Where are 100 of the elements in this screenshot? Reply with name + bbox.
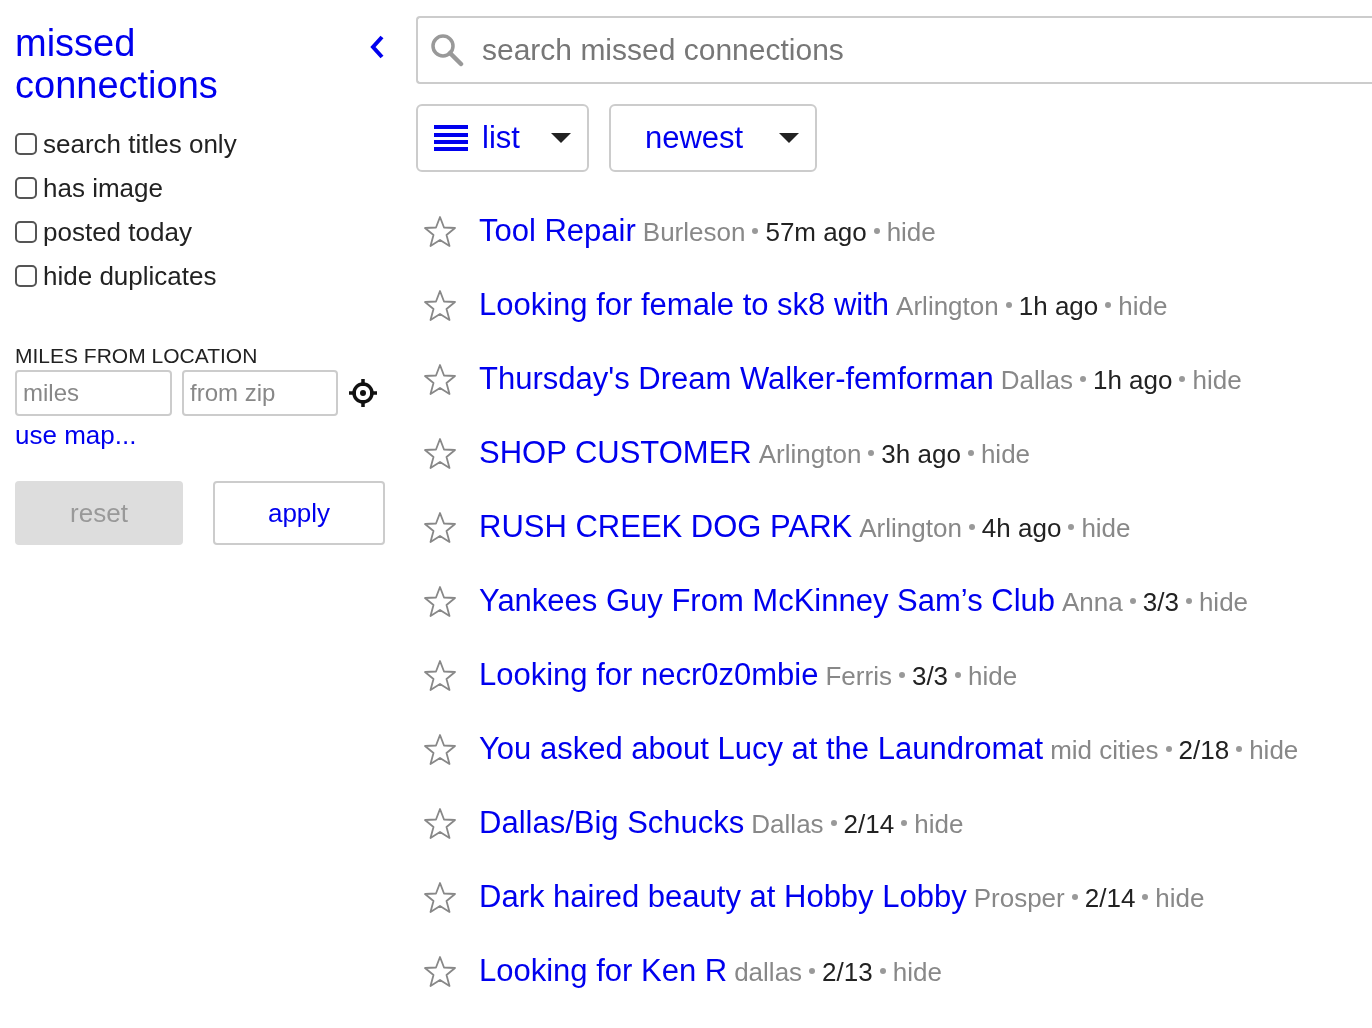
separator-dot	[868, 450, 875, 456]
separator-dot	[1079, 376, 1086, 382]
hide-link[interactable]: hide	[1155, 861, 1205, 935]
post-location: Burleson	[642, 216, 746, 249]
post-title-link[interactable]: Looking for necr0z0mbie	[479, 638, 819, 712]
post-time: 3/3	[911, 660, 949, 693]
checkbox[interactable]	[15, 133, 37, 155]
post-time: 3h ago	[881, 438, 961, 471]
post-title-link[interactable]: Tool Repair	[479, 194, 636, 268]
separator-dot	[1165, 746, 1172, 752]
separator-dot	[752, 228, 759, 234]
post-time: 4h ago	[981, 512, 1062, 545]
hide-link[interactable]: hide	[914, 787, 964, 861]
star-icon[interactable]	[423, 880, 457, 914]
checkbox[interactable]	[15, 221, 37, 243]
zip-input[interactable]: from zip	[182, 370, 338, 416]
post-title-link[interactable]: Dark haired beauty at Hobby Lobby	[479, 860, 967, 934]
post-location: mid cities	[1050, 734, 1159, 767]
star-icon[interactable]	[423, 584, 457, 618]
post-location: Anna	[1062, 586, 1123, 619]
checkbox[interactable]	[15, 177, 37, 199]
hide-link[interactable]: hide	[980, 417, 1031, 491]
separator-dot	[879, 968, 886, 974]
post-time: 57m ago	[765, 216, 867, 249]
post-title-link[interactable]: SHOP CUSTOMER	[479, 416, 752, 490]
post-location: Prosper	[973, 882, 1065, 915]
separator-dot	[1068, 524, 1075, 530]
use-map-link[interactable]: use map...	[15, 420, 137, 451]
post-time: 2/14	[1084, 882, 1136, 915]
hide-link[interactable]: hide	[1198, 565, 1249, 639]
hide-link[interactable]: hide	[1118, 269, 1168, 343]
separator-dot	[901, 820, 908, 826]
hide-link[interactable]: hide	[886, 195, 936, 269]
post-title-link[interactable]: RUSH CREEK DOG PARK	[479, 490, 853, 564]
separator-dot	[955, 672, 962, 678]
post-title-link[interactable]: Looking for Ken R	[479, 934, 728, 1008]
post-location: Dallas	[1000, 364, 1073, 397]
separator-dot	[1005, 302, 1012, 308]
post-location: Ferris	[825, 660, 892, 693]
star-icon[interactable]	[423, 806, 457, 840]
separator-dot	[1185, 598, 1192, 604]
separator-dot	[1071, 894, 1078, 900]
hide-link[interactable]: hide	[1249, 713, 1299, 787]
post-time: 1h ago	[1018, 290, 1099, 323]
caret-icon	[551, 132, 571, 144]
crosshair-icon[interactable]	[348, 378, 378, 408]
post-location: Arlington	[896, 290, 999, 323]
post-title-link[interactable]: Thursday's Dream Walker-femforman	[479, 342, 994, 416]
search-field[interactable]: search missed connections	[416, 16, 1372, 84]
hide-link[interactable]: hide	[892, 935, 942, 1009]
separator-dot	[967, 450, 974, 456]
checkbox-label: search titles only	[43, 128, 237, 160]
post-title-link[interactable]: You asked about Lucy at the Laundromat	[479, 712, 1044, 786]
chevron-left-icon[interactable]	[369, 34, 385, 60]
miles-input[interactable]: miles	[15, 370, 172, 416]
post-location: Arlington	[758, 438, 862, 471]
separator-dot	[1105, 302, 1112, 308]
star-icon[interactable]	[423, 732, 457, 766]
sort-dropdown[interactable]: newest	[609, 104, 817, 172]
post-location: Dallas	[751, 808, 824, 841]
post-time: 2/13	[822, 956, 873, 989]
separator-dot	[1236, 746, 1243, 752]
post-location: Arlington	[859, 512, 962, 545]
page-title: missed connections	[15, 22, 219, 106]
post-title-link[interactable]: Looking for female to sk8 with	[479, 268, 890, 342]
separator-dot	[873, 228, 880, 234]
post-time: 2/18	[1178, 734, 1230, 767]
checkbox-label: posted today	[43, 216, 192, 248]
hide-link[interactable]: hide	[1081, 491, 1131, 565]
star-icon[interactable]	[423, 954, 457, 988]
post-time: 1h ago	[1092, 364, 1173, 397]
checkbox[interactable]	[15, 265, 37, 287]
star-icon[interactable]	[423, 214, 457, 248]
hide-link[interactable]: hide	[1192, 343, 1242, 417]
post-time: 3/3	[1142, 586, 1179, 619]
separator-dot	[1142, 894, 1149, 900]
hide-link[interactable]: hide	[968, 639, 1018, 713]
search-icon	[430, 33, 464, 67]
post-title-link[interactable]: Dallas/Big Schucks	[479, 786, 745, 860]
separator-dot	[898, 672, 905, 678]
separator-dot	[1179, 376, 1186, 382]
section-heading: MILES FROM LOCATION	[15, 344, 259, 368]
caret-icon	[779, 132, 800, 144]
post-time: 2/14	[843, 808, 895, 841]
checkbox-label: has image	[43, 172, 163, 204]
separator-dot	[830, 820, 837, 826]
view-dropdown[interactable]: list	[416, 104, 589, 172]
separator-dot	[1129, 598, 1136, 604]
list-icon	[434, 124, 468, 152]
separator-dot	[968, 524, 975, 530]
star-icon[interactable]	[423, 362, 457, 396]
star-icon[interactable]	[423, 510, 457, 544]
star-icon[interactable]	[423, 288, 457, 322]
post-title-link[interactable]: Yankees Guy From McKinney Sam’s Club	[479, 564, 1055, 638]
separator-dot	[809, 968, 816, 974]
apply-button[interactable]: apply	[213, 481, 385, 545]
checkbox-label: hide duplicates	[43, 260, 217, 292]
post-location: dallas	[734, 956, 803, 989]
star-icon[interactable]	[423, 658, 457, 692]
star-icon[interactable]	[423, 436, 457, 470]
